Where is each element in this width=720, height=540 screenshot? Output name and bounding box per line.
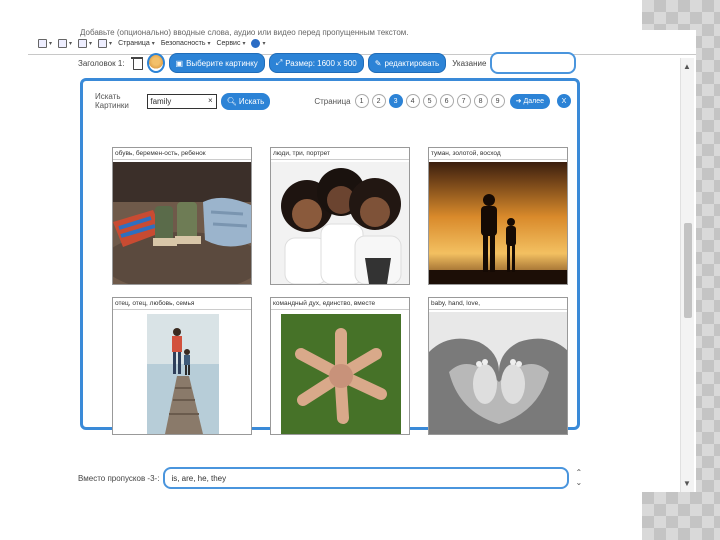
pagination: 1 2 3 4 5 6 7 8 9 ➜ Далее X [354, 93, 571, 109]
help-button[interactable]: ▾ [251, 38, 266, 48]
image-thumbnail-shoes [113, 162, 251, 284]
image-card[interactable]: baby, hand, love, [428, 297, 568, 435]
search-icon: 🔍︎ [226, 96, 237, 106]
image-card[interactable]: люди, три, портрет [270, 147, 410, 285]
arrow-right-icon: ➜ [515, 98, 522, 105]
feeds-button[interactable]: ▾ [58, 38, 72, 48]
mail-button[interactable]: ▾ [78, 38, 92, 48]
heading-image-thumb[interactable] [146, 53, 165, 73]
page-8[interactable]: 8 [473, 94, 488, 108]
image-tags: baby, hand, love, [429, 298, 567, 310]
intro-text: Добавьте (опционально) вводные слова, ау… [80, 28, 409, 37]
close-button[interactable]: X [557, 94, 571, 108]
image-thumbnail-pier [147, 314, 219, 434]
next-button[interactable]: ➜ Далее [509, 93, 550, 109]
print-button[interactable]: ▾ [98, 38, 112, 48]
scroll-thumb[interactable] [684, 223, 692, 318]
scroll-up-icon[interactable]: ▲ [683, 62, 691, 71]
page-7[interactable]: 7 [456, 94, 471, 108]
hint-label: Указание [452, 58, 487, 68]
image-tags: командный дух, единство, вместе [271, 298, 409, 310]
page-1[interactable]: 1 [354, 94, 369, 108]
heading-row: Заголовок 1: ▣ Выберите картинку ⤢ Размер:… [78, 52, 577, 74]
image-tags: туман, золотой, восход [429, 148, 567, 160]
blanks-label: Вместо пропусков -3-: [78, 473, 160, 483]
page-label: Страница [314, 96, 351, 106]
hint-input[interactable] [490, 52, 577, 74]
image-thumbnail-hands [281, 314, 401, 434]
home-button[interactable]: ▾ [38, 38, 52, 48]
choose-picture-button[interactable]: ▣ Выберите картинку [168, 53, 265, 73]
mail-icon [78, 38, 88, 48]
scroll-down-icon[interactable]: ▼ [683, 479, 691, 488]
trash-icon[interactable] [130, 56, 143, 70]
blanks-spinner[interactable]: ⌃ ⌄ [575, 468, 582, 488]
image-card[interactable]: отец, отец, любовь, семья [112, 297, 252, 435]
edit-button[interactable]: ✎ редактировать [367, 53, 447, 73]
printer-icon [98, 38, 108, 48]
image-tags: отец, отец, любовь, семья [113, 298, 251, 310]
clear-icon[interactable]: × [208, 96, 213, 105]
dialog-toolbar: Искать Картинки family × 🔍︎ Искать Страни… [95, 91, 571, 111]
image-card[interactable]: туман, золотой, восход [428, 147, 568, 285]
chevron-down-icon[interactable]: ⌄ [575, 478, 582, 488]
page-9[interactable]: 9 [490, 94, 505, 108]
page-2[interactable]: 2 [371, 94, 386, 108]
image-tags: люди, три, портрет [271, 148, 409, 160]
page-4[interactable]: 4 [405, 94, 420, 108]
image-card[interactable]: командный дух, единство, вместе [270, 297, 410, 435]
image-thumbnail-sunset [429, 162, 567, 284]
image-card[interactable]: обувь, беремен-ость, ребенок [112, 147, 252, 285]
edit-icon: ✎ [374, 58, 382, 68]
image-search-dialog: Искать Картинки family × 🔍︎ Искать Страни… [80, 78, 580, 435]
image-icon: ▣ [175, 58, 184, 68]
search-input[interactable]: family × [147, 93, 217, 109]
page-6[interactable]: 6 [439, 94, 454, 108]
blanks-row: Вместо пропусков -3-: is, are, he, they … [78, 466, 582, 490]
resize-icon: ⤢ [275, 58, 283, 67]
image-thumbnail-baby-feet [429, 312, 567, 434]
heading-label: Заголовок 1: [78, 58, 125, 68]
image-tags: обувь, беремен-ость, ребенок [113, 148, 251, 160]
help-icon [251, 38, 261, 48]
blanks-input[interactable]: is, are, he, they [163, 467, 570, 489]
rss-icon [58, 38, 68, 48]
page-menu[interactable]: Страница ▾ [118, 40, 155, 47]
image-thumbnail-people [271, 162, 409, 284]
size-button[interactable]: ⤢ Размер: 1600 x 900 [268, 53, 364, 73]
home-icon [38, 38, 47, 48]
vertical-scrollbar[interactable]: ▲ ▼ [680, 58, 694, 492]
page-3[interactable]: 3 [388, 94, 403, 108]
search-button[interactable]: 🔍︎ Искать [220, 92, 271, 110]
search-label: Искать Картинки [95, 92, 129, 110]
service-menu[interactable]: Сервис ▾ [216, 40, 245, 47]
security-menu[interactable]: Безопасность ▾ [161, 40, 211, 47]
chevron-up-icon[interactable]: ⌃ [575, 468, 582, 478]
page-5[interactable]: 5 [422, 94, 437, 108]
